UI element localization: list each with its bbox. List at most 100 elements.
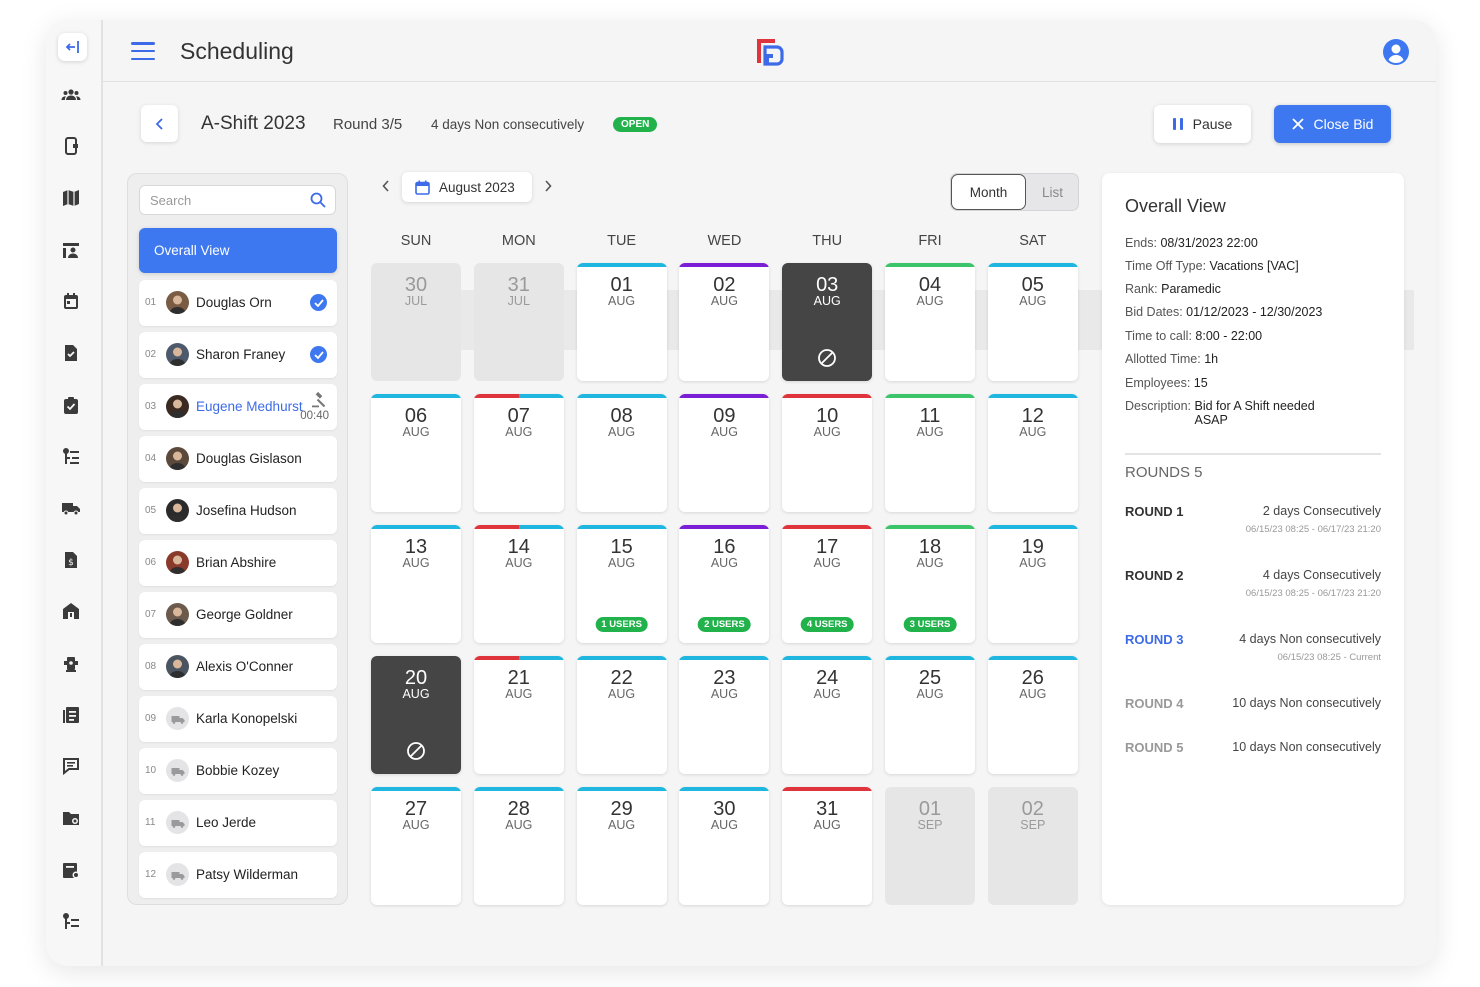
roster-icon[interactable] (58, 237, 84, 263)
calendar-day[interactable]: 16 AUG 2 USERS (679, 525, 770, 643)
calendar-day[interactable]: 27 AUG (371, 787, 461, 905)
calendar-day: 02 SEP (987, 787, 1078, 905)
calendar-day[interactable]: 20 AUG (371, 656, 461, 774)
calendar-day[interactable]: 01 AUG (576, 263, 667, 381)
calendar-day[interactable]: 14 AUG (473, 525, 564, 643)
next-month-button[interactable] (544, 179, 552, 196)
calendar-day[interactable]: 02 AUG (679, 263, 770, 381)
employee-number: 04 (145, 453, 157, 464)
employee-row[interactable]: 03 Eugene Medhurst 00:40 (139, 384, 337, 430)
messages-icon[interactable] (58, 753, 84, 779)
calendar-day[interactable]: 15 AUG 1 USERS (576, 525, 667, 643)
calendar-day[interactable]: 30 AUG (679, 787, 770, 905)
employee-row[interactable]: 04 Douglas Gislason (139, 436, 337, 482)
calendar-day[interactable]: 08 AUG (576, 394, 667, 512)
calendar-day[interactable]: 28 AUG (473, 787, 564, 905)
employee-number: 05 (145, 505, 157, 516)
team-icon[interactable] (58, 82, 84, 108)
calendar-day[interactable]: 21 AUG (473, 656, 564, 774)
employee-name: Josefina Hudson (196, 503, 297, 518)
calendar-day[interactable]: 22 AUG (576, 656, 667, 774)
day-indicator-bar (679, 525, 770, 529)
employee-name: Sharon Franey (196, 347, 286, 362)
calendar-day[interactable]: 12 AUG (987, 394, 1078, 512)
app-title: Scheduling (180, 38, 294, 64)
close-bid-button[interactable]: Close Bid (1274, 105, 1391, 143)
employee-row[interactable]: 05 Josefina Hudson (139, 488, 337, 534)
calendar-day[interactable]: 23 AUG (679, 656, 770, 774)
reports-icon[interactable] (58, 702, 84, 728)
calendar-day[interactable]: 13 AUG (371, 525, 461, 643)
employee-row[interactable]: 12 Patsy Wilderman (139, 852, 337, 898)
employee-row[interactable]: 10 Bobbie Kozey (139, 748, 337, 794)
folder-settings-icon[interactable] (58, 805, 84, 831)
calendar-day[interactable]: 03 AUG (782, 263, 873, 381)
avatar (166, 343, 189, 366)
calendar-day[interactable]: 24 AUG (782, 656, 873, 774)
truck-icon[interactable] (58, 495, 84, 521)
calendar-day[interactable]: 09 AUG (679, 394, 770, 512)
list-view-tab[interactable]: List (1026, 174, 1079, 210)
day-month: AUG (813, 425, 841, 439)
key-list-icon-2[interactable] (58, 908, 84, 934)
day-indicator-bar (679, 787, 770, 791)
calendar-day[interactable]: 07 AUG (473, 394, 564, 512)
calendar-day[interactable]: 17 AUG 4 USERS (782, 525, 873, 643)
round-description: 4 days Non consecutively (1239, 632, 1381, 646)
calendar-day[interactable]: 05 AUG (987, 263, 1078, 381)
calendar-day[interactable]: 19 AUG (987, 525, 1078, 643)
calendar-day[interactable]: 04 AUG (885, 263, 975, 381)
employee-row[interactable]: 09 Karla Konopelski (139, 696, 337, 742)
calendar-day[interactable]: 18 AUG 3 USERS (885, 525, 975, 643)
collapse-sidebar-button[interactable] (58, 33, 87, 61)
gavel-icon (311, 391, 327, 408)
device-icon[interactable] (58, 133, 84, 159)
menu-icon[interactable] (131, 42, 155, 60)
info-field: Time to call: 8:00 - 22:00 (1125, 329, 1385, 343)
overall-view-button[interactable]: Overall View (139, 228, 337, 273)
back-button[interactable] (141, 105, 178, 142)
day-month: AUG (710, 425, 738, 439)
calendar-day[interactable]: 10 AUG (782, 394, 873, 512)
search-icon[interactable] (310, 192, 326, 208)
calendar-day[interactable]: 29 AUG (576, 787, 667, 905)
bid-timer: 00:40 (300, 410, 329, 422)
month-picker[interactable]: August 2023 (402, 172, 532, 202)
info-field: Time Off Type: Vacations [VAC] (1125, 259, 1385, 273)
avatar-figure (169, 659, 186, 678)
employee-row[interactable]: 01 Douglas Orn (139, 280, 337, 326)
pause-button[interactable]: Pause (1154, 105, 1251, 143)
info-field-value: Vacations [VAC] (1209, 259, 1299, 273)
user-profile-icon[interactable] (1382, 38, 1410, 66)
info-field-label: Time Off Type: (1125, 259, 1207, 273)
calendar-day[interactable]: 06 AUG (371, 394, 461, 512)
calendar-icon[interactable] (58, 288, 84, 314)
day-indicator-bar (885, 394, 975, 398)
month-view-tab[interactable]: Month (951, 174, 1026, 210)
hydrant-icon[interactable] (58, 650, 84, 676)
blocked-icon (817, 348, 837, 368)
avatar-figure (169, 607, 186, 626)
station-icon[interactable] (58, 598, 84, 624)
info-field-value: 01/12/2023 - 12/30/2023 (1186, 305, 1323, 319)
search-input[interactable] (140, 186, 305, 214)
key-list-icon[interactable] (58, 443, 84, 469)
calendar-day[interactable]: 31 AUG (782, 787, 873, 905)
approved-doc-icon[interactable] (58, 340, 84, 366)
clipboard-check-icon[interactable] (58, 392, 84, 418)
form-settings-icon[interactable] (58, 857, 84, 883)
info-title: Overall View (1125, 196, 1226, 216)
billing-doc-icon[interactable]: $ (58, 547, 84, 573)
employee-row[interactable]: 11 Leo Jerde (139, 800, 337, 846)
calendar-day[interactable]: 26 AUG (987, 656, 1078, 774)
calendar-day[interactable]: 25 AUG (885, 656, 975, 774)
employee-row[interactable]: 07 George Goldner (139, 592, 337, 638)
employee-row[interactable]: 02 Sharon Franey (139, 332, 337, 378)
weekday-label: TUE (607, 233, 637, 249)
calendar-day[interactable]: 11 AUG (885, 394, 975, 512)
map-icon[interactable] (58, 185, 84, 211)
round-time-range: 06/15/23 08:25 - 06/17/23 21:20 (1245, 588, 1381, 599)
prev-month-button[interactable] (382, 179, 390, 196)
employee-row[interactable]: 06 Brian Abshire (139, 540, 337, 586)
employee-row[interactable]: 08 Alexis O'Conner (139, 644, 337, 690)
